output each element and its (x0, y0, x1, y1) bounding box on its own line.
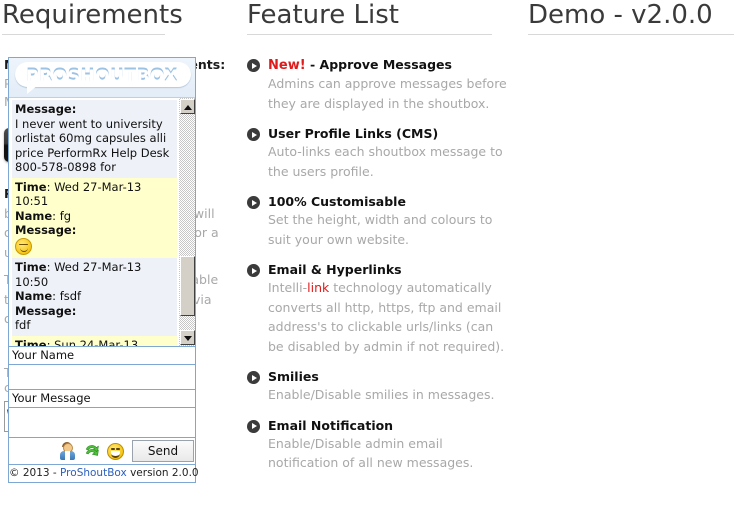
demo-column: Demo - v2.0.0 (528, 0, 734, 57)
feature-title: 100% Customisable (268, 194, 406, 209)
shoutbox-message-list-inner: Message: I never went to university orli… (9, 98, 179, 347)
heading-divider (528, 34, 734, 35)
feature-description: Set the height, width and colours to sui… (268, 212, 493, 247)
feature-description: Admins can approve messages before they … (268, 76, 507, 111)
message-body: I never went to university orlistat 60mg… (15, 116, 170, 175)
shoutbox-logo-header: PROSHOUTBOX (9, 58, 195, 98)
feature-description: Enable/Disable admin email notification … (268, 435, 474, 471)
page-title: Requirements (2, 0, 183, 30)
message-name: fsdf (59, 289, 82, 303)
name-label: Name (15, 208, 53, 223)
message-label: Message: (15, 303, 77, 318)
refresh-icon[interactable] (83, 443, 100, 460)
send-button[interactable]: Send (132, 440, 194, 462)
proshoutbox-link[interactable]: ProShoutBox (60, 467, 127, 479)
scroll-down-button[interactable] (180, 330, 195, 345)
feature-title: Smilies (268, 369, 319, 384)
smiley-mouth (111, 450, 120, 458)
shoutbox-controls: Send (9, 438, 195, 465)
feature-item: 100% Customisable Set the height, width … (247, 194, 512, 249)
feature-item: New! - Approve Messages Admins can appro… (247, 57, 512, 113)
arrow-right-icon (247, 128, 260, 141)
feature-header: Email & Hyperlinks (247, 262, 512, 277)
feature-description: Auto-links each shoutbox message to the … (268, 144, 503, 179)
feature-header: New! - Approve Messages (247, 57, 512, 73)
admin-icon-shirt (65, 450, 70, 460)
message-name: fg (59, 208, 72, 223)
smiley-eye-right (116, 447, 120, 450)
time-colon: : (46, 260, 55, 274)
scroll-up-button[interactable] (180, 99, 195, 114)
message-label: Message: (15, 102, 77, 116)
arrow-right-icon (247, 196, 260, 209)
new-badge: New! (268, 58, 306, 73)
feature-description: Enable/Disable smilies in messages. (268, 387, 495, 402)
shoutbox-message: Time: Wed 27-Mar-13 10:51 Name: fg Messa… (12, 177, 177, 258)
feature-title: Email Notification (268, 417, 394, 433)
chevron-down-icon (184, 336, 192, 341)
arrow-right-icon (247, 419, 260, 433)
shoutbox-control-icons (59, 441, 124, 460)
admin-icon[interactable] (59, 441, 76, 460)
time-label: Time (15, 260, 47, 274)
feature-item: User Profile Links (CMS) Auto-links each… (247, 126, 512, 181)
chevron-up-icon (184, 105, 192, 110)
time-colon: : (46, 179, 55, 194)
feature-header: User Profile Links (CMS) (247, 126, 512, 141)
feature-header: Smilies (247, 369, 512, 384)
feature-header: 100% Customisable (247, 194, 512, 209)
shoutbox-footer: © 2013 - ProShoutBox version 2.0.0 (9, 465, 199, 482)
footer-copyright: © 2013 - (9, 467, 61, 479)
shoutbox-message: Message: I never went to university orli… (12, 100, 177, 178)
intelli-link-highlight: link (307, 280, 330, 295)
shoutbox-message: Time: Sun 24-Mar-13 22:55 Name: Melanie … (12, 335, 177, 347)
feature-item: Email Notification Enable/Disable admin … (247, 418, 512, 473)
arrow-right-icon (247, 264, 260, 277)
name-colon: : (52, 289, 60, 303)
time-label: Time (15, 179, 47, 194)
your-message-label: Your Message (9, 390, 195, 408)
heading-divider (247, 34, 492, 35)
heading-divider (2, 34, 165, 35)
your-name-input[interactable] (9, 365, 195, 390)
smiley-picker-icon[interactable] (107, 442, 124, 460)
feature-title: New! - Approve Messages (268, 57, 452, 73)
shoutbox-message: Time: Wed 27-Mar-13 10:50 Name: fsdf Mes… (12, 258, 177, 336)
feature-title: Email & Hyperlinks (268, 262, 402, 277)
feature-list-column: Feature List New! - Approve Messages Adm… (247, 0, 512, 486)
feature-title: User Profile Links (CMS) (268, 126, 439, 141)
scrollbar-thumb[interactable] (180, 256, 195, 316)
shoutbox-scrollbar[interactable] (178, 98, 195, 346)
feature-title-text: - Approve Messages (305, 57, 452, 72)
feature-item: Email & Hyperlinks Intelli-link technolo… (247, 262, 512, 356)
shoutbox-widget: PROSHOUTBOX Message: I never went to uni… (8, 57, 199, 483)
your-message-input[interactable] (9, 408, 195, 438)
feature-item: Smilies Enable/Disable smilies in messag… (247, 369, 512, 405)
shoutbox-message-list: Message: I never went to university orli… (9, 98, 195, 347)
name-colon: : (52, 208, 60, 223)
footer-version: version 2.0.0 (126, 467, 199, 479)
smiley-icon (15, 237, 32, 255)
smiley-eye-left (111, 447, 115, 450)
time-colon: : (46, 337, 55, 347)
feature-description: Intelli-link technology automatically co… (268, 278, 512, 356)
feature-header: Email Notification (247, 418, 512, 433)
message-body: fdf (15, 318, 31, 332)
feature-list-title: Feature List (247, 0, 399, 30)
your-name-label: Your Name (9, 347, 195, 365)
shoutbox-logo-text: PROSHOUTBOX (9, 66, 195, 86)
time-label: Time (15, 337, 47, 347)
arrow-right-icon (247, 371, 260, 384)
arrow-right-icon (247, 59, 260, 72)
message-label: Message: (15, 223, 77, 237)
name-label: Name (15, 289, 53, 303)
demo-title: Demo - v2.0.0 (528, 0, 713, 30)
feature-desc-pre: Intelli- (268, 280, 308, 295)
